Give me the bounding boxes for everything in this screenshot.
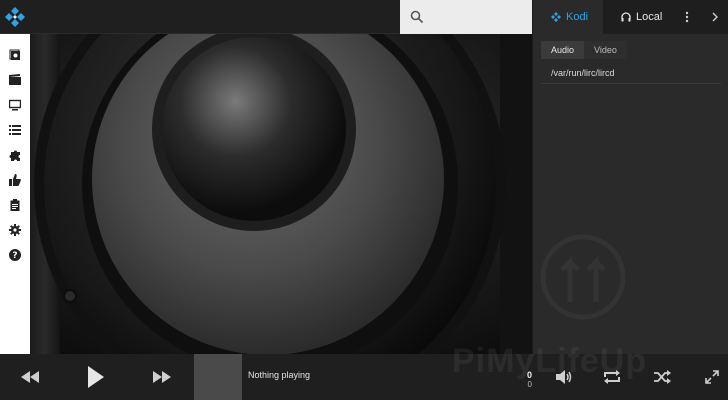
fast-forward-icon[interactable] xyxy=(146,354,178,400)
expand-icon[interactable] xyxy=(700,354,724,400)
counter-top: 0 xyxy=(526,370,532,380)
right-panel: Kodi Local Audio Video /var/run/lirc/lir… xyxy=(532,0,728,354)
vertical-dots-icon[interactable] xyxy=(675,0,699,34)
panel-tabs: Kodi Local xyxy=(533,0,728,34)
addons-icon[interactable] xyxy=(8,148,22,162)
subtabs: Audio Video xyxy=(541,41,627,59)
album-thumbnail[interactable] xyxy=(194,354,242,400)
clipboard-icon[interactable] xyxy=(8,198,22,212)
thumbs-up-icon[interactable] xyxy=(8,173,22,187)
counter-bottom: 0 xyxy=(527,380,532,389)
playlist-counter: 0 0 xyxy=(526,370,532,390)
watermark-logo-icon xyxy=(540,234,626,320)
shuffle-icon[interactable] xyxy=(650,354,674,400)
settings-icon[interactable] xyxy=(8,223,22,237)
kodi-logo-icon[interactable] xyxy=(4,6,26,28)
subtab-video[interactable]: Video xyxy=(584,41,627,59)
now-playing-text: Nothing playing xyxy=(248,370,311,380)
fanart-image xyxy=(30,34,532,354)
tab-kodi[interactable]: Kodi xyxy=(533,0,603,34)
app-window: ? Kodi Local Audio Video /var/run/lirc/l… xyxy=(0,0,728,400)
headphones-icon xyxy=(621,12,631,22)
play-icon[interactable] xyxy=(80,354,112,400)
movies-icon[interactable] xyxy=(8,73,22,87)
device-item[interactable]: /var/run/lirc/lircd xyxy=(541,62,721,84)
repeat-icon[interactable] xyxy=(600,354,624,400)
rewind-icon[interactable] xyxy=(14,354,46,400)
music-library-icon[interactable] xyxy=(8,48,22,62)
chevron-right-icon[interactable] xyxy=(703,0,727,34)
help-icon[interactable]: ? xyxy=(8,248,22,262)
tab-local-label: Local xyxy=(636,11,663,23)
volume-icon[interactable] xyxy=(552,354,576,400)
subtab-audio[interactable]: Audio xyxy=(541,41,585,59)
left-nav: ? xyxy=(0,34,30,354)
tv-icon[interactable] xyxy=(8,98,22,112)
playlist-icon[interactable] xyxy=(8,123,22,137)
tab-local[interactable]: Local xyxy=(603,0,675,34)
search-box[interactable] xyxy=(400,0,532,34)
search-icon xyxy=(410,10,424,24)
tab-kodi-label: Kodi xyxy=(566,11,589,23)
svg-text:?: ? xyxy=(12,251,17,261)
kodi-icon xyxy=(551,12,561,22)
